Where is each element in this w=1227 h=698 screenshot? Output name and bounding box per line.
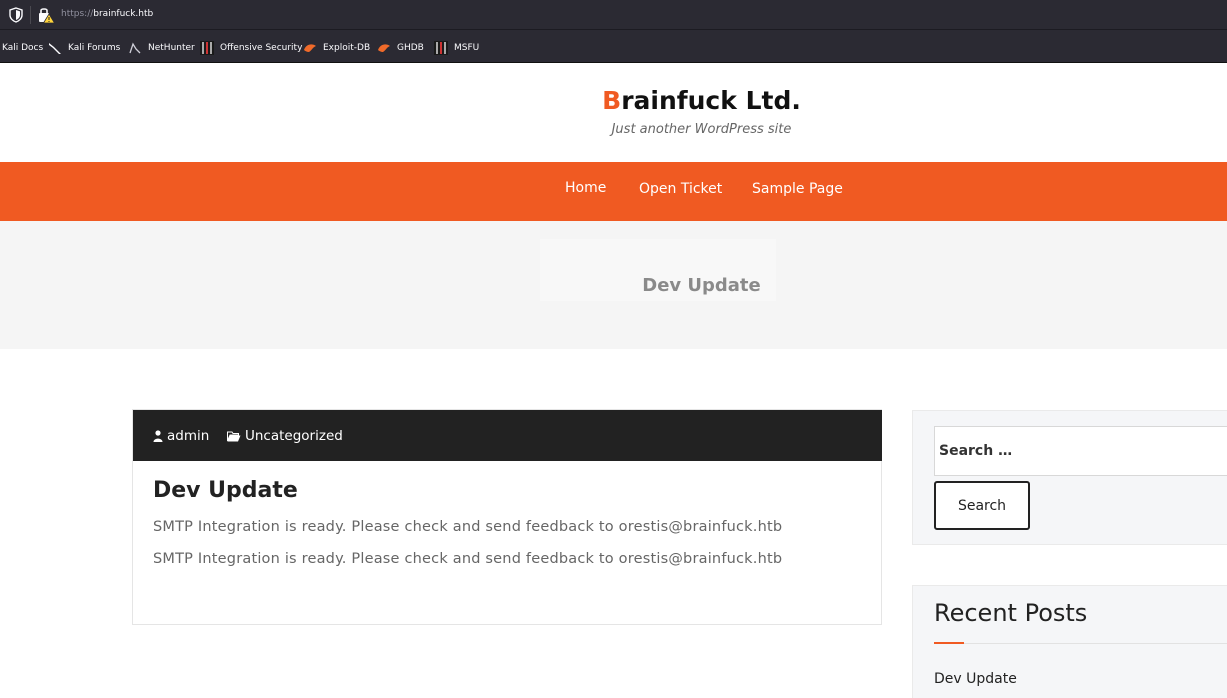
search-widget: Search [912, 410, 1227, 545]
nav-item-sample-page[interactable]: Sample Page [752, 181, 843, 197]
page-title: Dev Update [642, 275, 761, 296]
site-tagline: Just another WordPress site [611, 122, 792, 137]
post-body-line: SMTP Integration is ready. Please check … [153, 551, 783, 567]
heading-accent-line [934, 642, 964, 644]
post-category[interactable]: Uncategorized [227, 428, 343, 444]
post-author[interactable]: admin [153, 428, 209, 444]
bookmark-label: GHDB [397, 43, 424, 53]
heading-divider [964, 643, 1227, 644]
msfu-icon [434, 41, 448, 55]
nethunter-icon [129, 42, 141, 54]
primary-nav: Home Open Ticket Sample Page [0, 162, 1227, 221]
post-meta-bar: admin Uncategorized [133, 410, 882, 461]
url-bar-separator [30, 6, 31, 24]
insecure-lock-icon[interactable] [37, 6, 55, 24]
url-text[interactable]: https://brainfuck.htb [61, 9, 153, 19]
url-host: brainfuck.htb [93, 9, 154, 19]
search-button[interactable]: Search [934, 481, 1030, 530]
page-title-banner: Dev Update [0, 221, 1227, 349]
bookmark-label: MSFU [454, 43, 480, 53]
recent-posts-widget: Recent Posts Dev Update [912, 585, 1227, 698]
user-icon [153, 430, 163, 442]
bookmark-label: Kali Docs [2, 43, 44, 53]
bookmark-kali-docs[interactable]: Kali Docs [2, 40, 43, 56]
bookmark-offensive-security[interactable]: Offensive Security [200, 40, 302, 56]
kali-dragon-icon [49, 43, 61, 54]
ghdb-icon [378, 44, 390, 52]
nav-item-home[interactable]: Home [565, 180, 606, 196]
offsec-icon [200, 41, 214, 55]
recent-post-link[interactable]: Dev Update [934, 671, 1017, 687]
post-title[interactable]: Dev Update [153, 478, 298, 503]
site-title-initial: B [602, 86, 622, 115]
recent-posts-heading: Recent Posts [934, 599, 1088, 627]
site-title-rest: rainfuck Ltd. [621, 86, 801, 115]
nav-item-open-ticket[interactable]: Open Ticket [639, 181, 722, 197]
bookmarks-toolbar: Kali Docs Kali Forums NetHunter Offensiv… [0, 30, 1227, 63]
search-input[interactable] [934, 426, 1227, 476]
bookmark-label: Offensive Security [220, 43, 303, 53]
bookmark-ghdb[interactable]: GHDB [377, 40, 424, 56]
post-article: admin Uncategorized Dev Update SMTP Inte… [132, 409, 882, 625]
exploitdb-icon [304, 44, 316, 52]
browser-url-bar: https://brainfuck.htb [0, 0, 1227, 30]
bookmark-msfu[interactable]: MSFU [434, 40, 479, 56]
post-category-name: Uncategorized [245, 428, 343, 444]
bookmark-exploit-db[interactable]: Exploit-DB [303, 40, 370, 56]
bookmark-label: Kali Forums [68, 43, 121, 53]
bookmark-kali-forums[interactable]: Kali Forums [48, 40, 120, 56]
bookmark-nethunter[interactable]: NetHunter [128, 40, 195, 56]
post-author-name: admin [167, 428, 210, 444]
post-body-line: SMTP Integration is ready. Please check … [153, 519, 783, 535]
folder-open-icon [227, 431, 241, 441]
tracking-shield-icon[interactable] [9, 7, 23, 23]
bookmark-label: Exploit-DB [323, 43, 371, 53]
url-protocol: https:// [61, 9, 94, 19]
bookmark-label: NetHunter [148, 43, 195, 53]
site-title[interactable]: Brainfuck Ltd. [0, 86, 1227, 115]
